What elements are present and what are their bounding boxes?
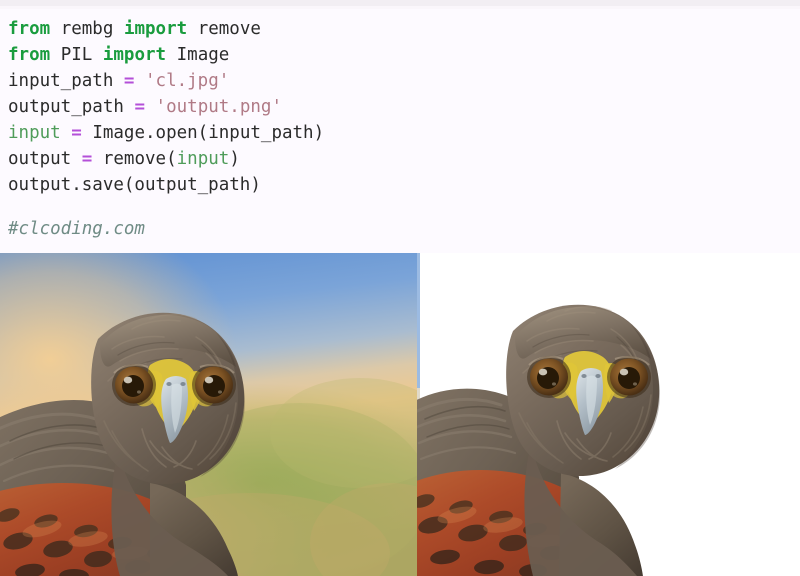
code-line: output.save(output_path) bbox=[8, 172, 788, 198]
code-token-builtin: input bbox=[176, 149, 230, 169]
code-token-operator: = bbox=[123, 71, 135, 91]
code-panel-top-edge-soft bbox=[0, 6, 800, 9]
code-token-name: output_path bbox=[8, 97, 124, 117]
code-token-keyword: import bbox=[102, 45, 167, 65]
code-token-plain: ) bbox=[229, 149, 240, 169]
code-token-keyword: from bbox=[8, 45, 51, 65]
code-line: from PIL import Image bbox=[8, 42, 788, 68]
code-token-operator: = bbox=[71, 123, 82, 143]
code-line: output_path = 'output.png' bbox=[8, 94, 788, 120]
code-token-name: Image bbox=[176, 45, 230, 65]
code-line: output = remove(input) bbox=[8, 146, 788, 172]
code-token-keyword: import bbox=[123, 19, 188, 39]
code-token-operator: = bbox=[134, 97, 145, 117]
original-photo-svg bbox=[0, 253, 417, 576]
code-token-name: PIL bbox=[60, 45, 93, 65]
code-block: from rembg import remove from PIL import… bbox=[8, 16, 788, 242]
code-line: from rembg import remove bbox=[8, 16, 788, 42]
hawk-eye-left bbox=[112, 364, 156, 406]
hawk-eye-left bbox=[527, 356, 571, 398]
code-token-name: rembg bbox=[60, 19, 114, 39]
code-token-plain: output.save(output_path) bbox=[8, 175, 261, 195]
code-token-plain: Image.open(input_path) bbox=[92, 123, 325, 143]
page-root: from rembg import remove from PIL import… bbox=[0, 0, 800, 576]
code-token-keyword: from bbox=[8, 19, 51, 39]
image-original-with-background bbox=[0, 253, 417, 576]
code-token-string: 'cl.jpg' bbox=[145, 71, 230, 91]
code-token-string: 'output.png' bbox=[155, 97, 282, 117]
code-panel: from rembg import remove from PIL import… bbox=[0, 0, 800, 253]
hawk-eye-right bbox=[607, 356, 651, 398]
image-background-removed bbox=[417, 253, 800, 576]
code-line: input = Image.open(input_path) bbox=[8, 120, 788, 146]
photo-row bbox=[0, 253, 800, 576]
code-token-name: remove bbox=[197, 19, 261, 39]
output-photo-svg bbox=[417, 253, 800, 576]
code-token-builtin: input bbox=[8, 123, 61, 143]
code-line: input_path = 'cl.jpg' bbox=[8, 68, 788, 94]
watermark-comment: #clcoding.com bbox=[8, 219, 145, 239]
code-token-plain: remove( bbox=[102, 149, 177, 169]
hawk-eye-right bbox=[192, 364, 236, 406]
code-token-operator: = bbox=[81, 149, 93, 169]
code-token-name: output bbox=[8, 149, 72, 169]
code-token-name: input_path bbox=[8, 71, 114, 91]
